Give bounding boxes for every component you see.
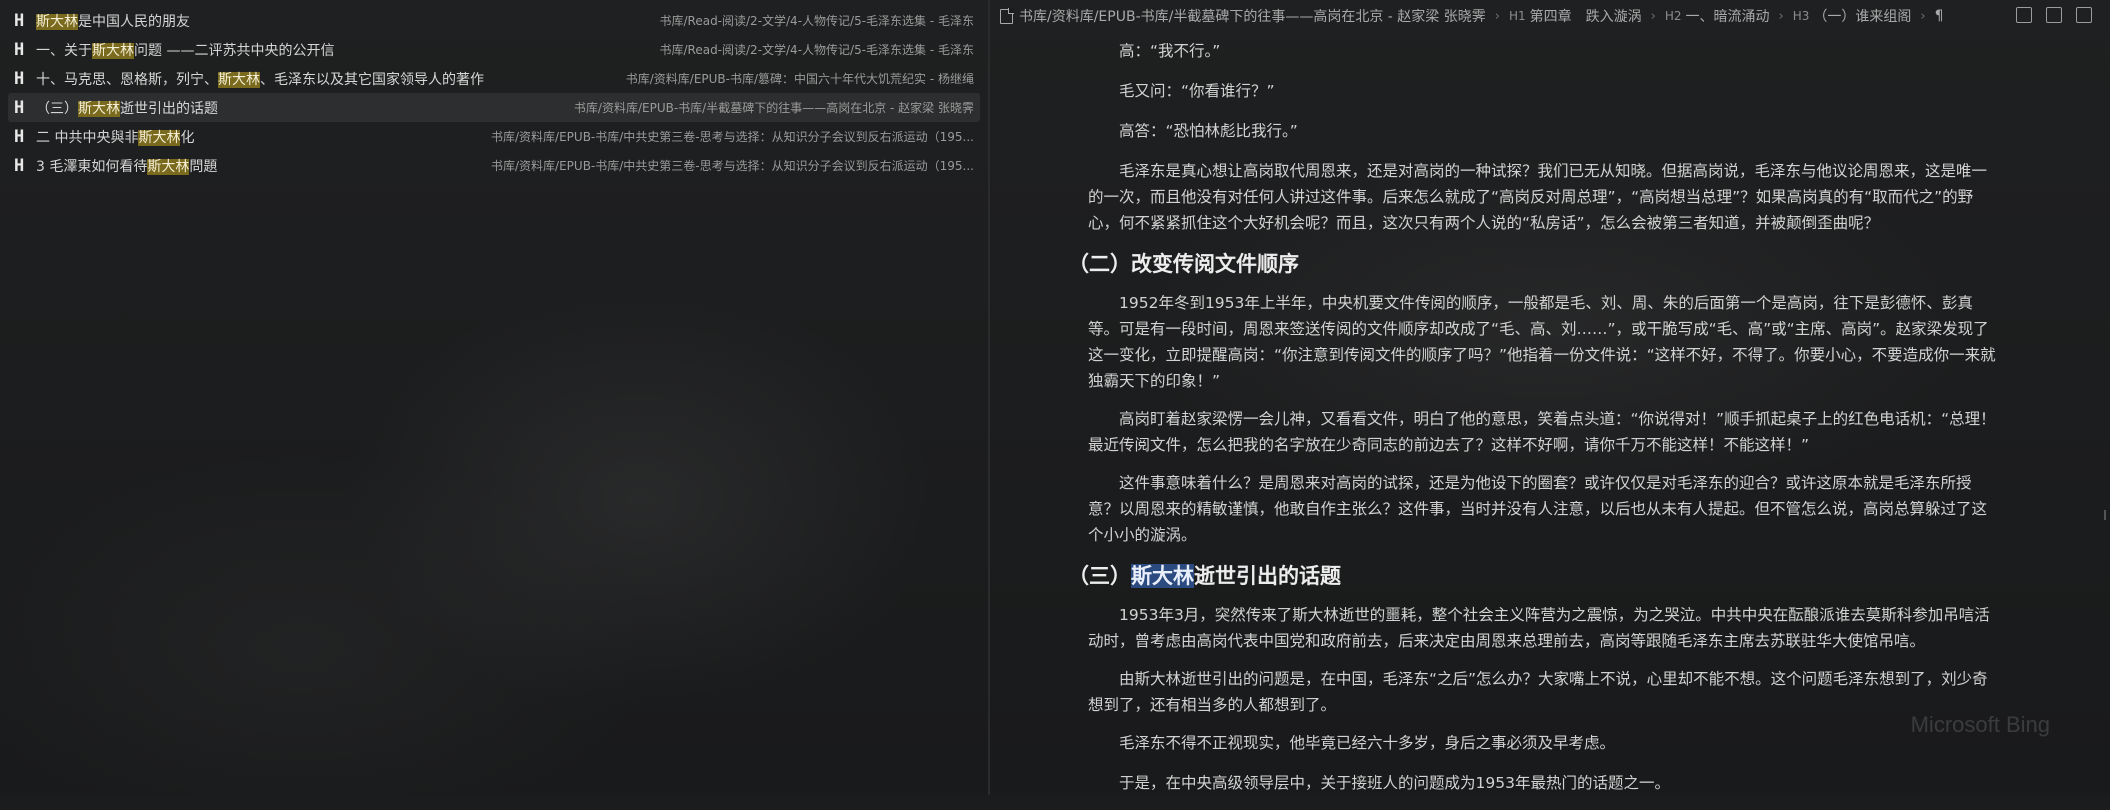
- match-highlight: 斯大林: [36, 13, 78, 30]
- heading-level-tag: H2: [1664, 9, 1682, 23]
- paragraph: 于是，在中央高级领导层中，关于接班人的问题成为1953年最热门的话题之一。: [1119, 774, 1670, 792]
- result-title: 一、关于斯大林问题 ——二评苏共中央的公开信: [36, 42, 335, 59]
- editor-toolbar: [2016, 7, 2092, 23]
- text-selection: 斯大林: [1131, 564, 1194, 588]
- paragraph: 这件事意味着什么？是周恩来对高岗的试探，还是为他设下的圈套？或许仅仅是对毛泽东的…: [1088, 474, 1988, 544]
- sync-icon[interactable]: [2016, 7, 2032, 23]
- result-title: （三）斯大林逝世引出的话题: [36, 100, 218, 117]
- heading-level-tag: H1: [1508, 9, 1526, 23]
- document-content[interactable]: 高：“我不行。” 毛又问：“你看谁行？” 高答：“恐怕林彪比我行。” 毛泽东是真…: [1068, 38, 1998, 810]
- chevron-right-icon: ›: [1494, 8, 1500, 24]
- section-heading: （二）改变传阅文件顺序: [1068, 252, 1299, 276]
- match-highlight: 斯大林: [218, 71, 260, 88]
- search-result-item[interactable]: H 二 中共中央與非斯大林化 书库/资料库/EPUB-书库/中共史第三卷-思考与…: [8, 122, 980, 151]
- result-title: 二 中共中央與非斯大林化: [36, 129, 195, 146]
- match-highlight: 斯大林: [138, 129, 181, 146]
- chevron-right-icon: ›: [1778, 8, 1784, 24]
- heading-icon: H: [14, 126, 25, 147]
- paragraph: 1952年冬到1953年上半年，中央机要文件传阅的顺序，一般都是毛、刘、周、朱的…: [1088, 294, 1996, 390]
- search-result-item[interactable]: H 十、马克思、恩格斯，列宁、斯大林、毛泽东以及其它国家领导人的著作 书库/资料…: [8, 64, 980, 93]
- search-result-item[interactable]: H 一、关于斯大林问题 ——二评苏共中央的公开信 书库/Read-阅读/2-文学…: [8, 35, 980, 64]
- breadcrumb-h2[interactable]: H2 一、暗流涌动: [1665, 6, 1770, 26]
- paragraph: 高：“我不行。”: [1119, 42, 1221, 60]
- heading-icon: H: [14, 39, 25, 60]
- search-results-pane: H 斯大林是中国人民的朋友 书库/Read-阅读/2-文学/4-人物传记/5-毛…: [0, 0, 988, 795]
- paragraph: 高岗盯着赵家梁愣一会儿神，又看看文件，明白了他的意思，笑着点头道：“你说得对！”…: [1088, 410, 1996, 454]
- more-icon[interactable]: [2076, 7, 2092, 23]
- paragraph: 毛泽东不得不正视现实，他毕竟已经六十多岁，身后之事必须及早考虑。: [1119, 734, 1616, 752]
- file-icon: [1000, 7, 1014, 24]
- section-heading: （三）斯大林逝世引出的话题: [1068, 564, 1341, 588]
- pane-divider[interactable]: [988, 0, 990, 795]
- result-title: 3 毛澤東如何看待斯大林問題: [36, 158, 218, 175]
- paragraph-icon[interactable]: ¶: [1935, 8, 1944, 24]
- result-title: 斯大林是中国人民的朋友: [36, 13, 190, 30]
- search-results-list: H 斯大林是中国人民的朋友 书库/Read-阅读/2-文学/4-人物传记/5-毛…: [0, 0, 988, 180]
- heading-icon: H: [14, 10, 25, 31]
- paragraph: 由斯大林逝世引出的问题是，在中国，毛泽东“之后”怎么办？大家嘴上不说，心里却不能…: [1088, 670, 1988, 714]
- heading-icon: H: [14, 155, 25, 176]
- heading-level-tag: H3: [1792, 9, 1810, 23]
- bing-watermark: Microsoft Bing: [1910, 712, 2050, 737]
- chevron-right-icon: ›: [1920, 8, 1926, 24]
- result-path: 书库/Read-阅读/2-文学/4-人物传记/5-毛泽东选集 - 毛泽东: [659, 43, 974, 57]
- scrollbar-thumb[interactable]: [2104, 510, 2106, 520]
- search-result-item[interactable]: H 3 毛澤東如何看待斯大林問題 书库/资料库/EPUB-书库/中共史第三卷-思…: [8, 151, 980, 180]
- paragraph: 毛泽东是真心想让高岗取代周恩来，还是对高岗的一种试探？我们已无从知晓。但据高岗说…: [1088, 162, 1988, 232]
- result-path: 书库/资料库/EPUB-书库/中共史第三卷-思考与选择：从知识分子会议到反右派运…: [491, 130, 974, 144]
- paragraph: 1953年3月，突然传来了斯大林逝世的噩耗，整个社会主义阵营为之震惊，为之哭泣。…: [1088, 606, 1990, 650]
- result-path: 书库/资料库/EPUB-书库/半截墓碑下的往事——高岗在北京 - 赵家梁 张晓霁: [573, 101, 974, 115]
- result-path: 书库/资料库/EPUB-书库/中共史第三卷-思考与选择：从知识分子会议到反右派运…: [491, 159, 974, 173]
- breadcrumb-file[interactable]: 书库/资料库/EPUB-书库/半截墓碑下的往事——高岗在北京 - 赵家梁 张晓霁: [1000, 6, 1486, 26]
- chevron-right-icon: ›: [1650, 8, 1656, 24]
- breadcrumb-h3[interactable]: H3 （一）谁来组阁: [1793, 6, 1912, 26]
- match-highlight: 斯大林: [78, 100, 120, 117]
- match-highlight: 斯大林: [147, 158, 190, 175]
- match-highlight: 斯大林: [92, 42, 134, 59]
- breadcrumb-h1[interactable]: H1 第四章 跌入漩涡: [1509, 6, 1642, 26]
- paragraph: 高答：“恐怕林彪比我行。”: [1119, 122, 1298, 140]
- editor-pane: 书库/资料库/EPUB-书库/半截墓碑下的往事——高岗在北京 - 赵家梁 张晓霁…: [990, 0, 2110, 795]
- file-icon[interactable]: [2046, 7, 2062, 23]
- result-path: 书库/Read-阅读/2-文学/4-人物传记/5-毛泽东选集 - 毛泽东: [659, 14, 974, 28]
- breadcrumb: 书库/资料库/EPUB-书库/半截墓碑下的往事——高岗在北京 - 赵家梁 张晓霁…: [990, 0, 2110, 32]
- heading-icon: H: [14, 68, 25, 89]
- search-result-item[interactable]: H （三）斯大林逝世引出的话题 书库/资料库/EPUB-书库/半截墓碑下的往事—…: [8, 93, 980, 122]
- search-result-item[interactable]: H 斯大林是中国人民的朋友 书库/Read-阅读/2-文学/4-人物传记/5-毛…: [8, 6, 980, 35]
- heading-icon: H: [14, 97, 25, 118]
- result-title: 十、马克思、恩格斯，列宁、斯大林、毛泽东以及其它国家领导人的著作: [36, 71, 484, 88]
- result-path: 书库/资料库/EPUB-书库/篡碑：中国六十年代大饥荒纪实 - 杨继绳: [625, 72, 974, 86]
- paragraph: 毛又问：“你看谁行？”: [1119, 82, 1275, 100]
